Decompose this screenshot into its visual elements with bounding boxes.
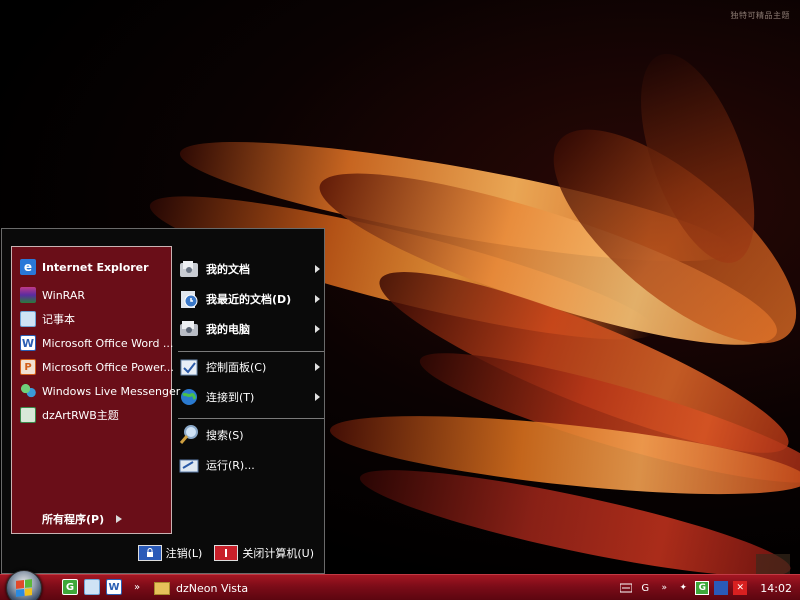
submenu-arrow-icon [315,295,320,303]
menu-item-label: Microsoft Office Power... [42,360,174,374]
menu-item-label: 运行(R)... [206,459,255,472]
menu-item-label: 我的文档 [206,263,250,276]
menu-item-label: 搜索(S) [206,429,244,442]
control-panel-icon [178,356,200,378]
logoff-label: 注销(L) [165,547,203,560]
connect-to-icon [178,386,200,408]
clock[interactable]: 14:02 [760,582,792,595]
session-buttons: 注销(L) 关闭计算机(U) [137,545,314,561]
messenger-icon [20,383,36,399]
menu-item-recent-documents[interactable]: 我最近的文档(D) [178,284,324,314]
run-icon [178,454,200,476]
search-icon [178,424,200,446]
power-icon [214,545,239,561]
keyboard-icon[interactable] [619,581,633,595]
menu-item-label: WinRAR [42,288,86,302]
bluetooth-icon[interactable]: ✦ [676,581,690,595]
winrar-icon [20,287,36,303]
quick-launch: G W » [62,579,140,595]
menu-item-winrar[interactable]: WinRAR [20,284,85,306]
word-icon[interactable]: W [106,579,122,595]
menu-item-control-panel[interactable]: 控制面板(C) [178,352,324,382]
menu-item-my-documents[interactable]: 我的文档 [178,254,324,284]
submenu-arrow-icon [315,325,320,333]
recent-documents-icon [178,288,200,310]
menu-item-label: 连接到(T) [206,391,255,404]
notepad-icon [20,311,36,327]
my-documents-icon [178,258,200,280]
places-pane: 我的文档 我最近的文档(D) 我的电脑 控制面板(C) 连接到(T) 搜索(S) [172,246,324,534]
taskbar-button-dzneon-vista[interactable]: dzNeon Vista [154,578,248,598]
arrow-right-icon [116,515,123,523]
quick-launch-overflow-button[interactable]: » [134,582,140,593]
menu-item-powerpoint[interactable]: P Microsoft Office Power... [20,356,174,378]
taskbar-button-label: dzNeon Vista [176,581,249,595]
menu-item-messenger[interactable]: Windows Live Messenger [20,380,180,402]
word-icon: W [20,335,36,351]
menu-item-run[interactable]: 运行(R)... [178,450,324,480]
watermark-text: 独特可精品主题 [730,11,790,20]
submenu-arrow-icon [315,363,320,371]
menu-item-label: 控制面板(C) [206,361,267,374]
theme-icon [20,407,36,423]
windows-logo-icon [16,579,32,597]
menu-item-label: Microsoft Office Word ... [42,336,174,350]
menu-separator [178,418,324,419]
folder-icon [154,581,170,595]
start-menu: e Internet Explorer WinRAR 记事本 W Microso… [1,228,325,574]
submenu-arrow-icon [315,265,320,273]
submenu-arrow-icon [315,393,320,401]
powerpoint-icon: P [20,359,36,375]
programs-pane: e Internet Explorer WinRAR 记事本 W Microso… [11,246,180,534]
shutdown-button[interactable]: 关闭计算机(U) [214,545,314,561]
lock-icon [137,545,162,561]
security-alert-icon[interactable]: ✕ [733,581,748,595]
network-icon[interactable] [714,581,729,595]
start-button[interactable] [6,570,42,600]
menu-item-dzartrwb-theme[interactable]: dzArtRWB主题 [20,404,119,426]
menu-item-my-computer[interactable]: 我的电脑 [178,314,324,344]
menu-item-label: Windows Live Messenger [42,384,181,398]
shutdown-label: 关闭计算机(U) [242,547,314,560]
taskbar: G W » dzNeon Vista G » ✦ G ✕ 14:02 [0,570,800,600]
menu-item-word[interactable]: W Microsoft Office Word ... [20,332,173,354]
menu-item-label: 我的电脑 [206,323,250,336]
menu-item-label: dzArtRWB主题 [42,409,119,422]
green-g-icon[interactable]: G [62,579,78,595]
internet-explorer-icon: e [20,259,36,275]
menu-item-connect-to[interactable]: 连接到(T) [178,382,324,412]
green-g-tray-icon[interactable]: G [695,581,710,595]
all-programs-button[interactable]: 所有程序(P) [42,511,123,527]
notepad-icon[interactable] [84,579,100,595]
desktop-corner-thumbnail [756,554,790,574]
input-method-indicator[interactable]: G [638,581,652,595]
menu-item-label: 我最近的文档(D) [206,293,292,306]
menu-item-label: Internet Explorer [42,260,149,274]
system-tray: G » ✦ G ✕ 14:02 [619,578,800,598]
menu-item-internet-explorer[interactable]: e Internet Explorer [20,256,149,278]
my-computer-icon [178,318,200,340]
all-programs-label: 所有程序(P) [42,513,105,526]
menu-item-notepad[interactable]: 记事本 [20,308,75,330]
menu-item-label: 记事本 [42,313,75,326]
menu-item-search[interactable]: 搜索(S) [178,420,324,450]
logoff-button[interactable]: 注销(L) [137,545,203,561]
tray-overflow-button[interactable]: » [657,581,671,595]
